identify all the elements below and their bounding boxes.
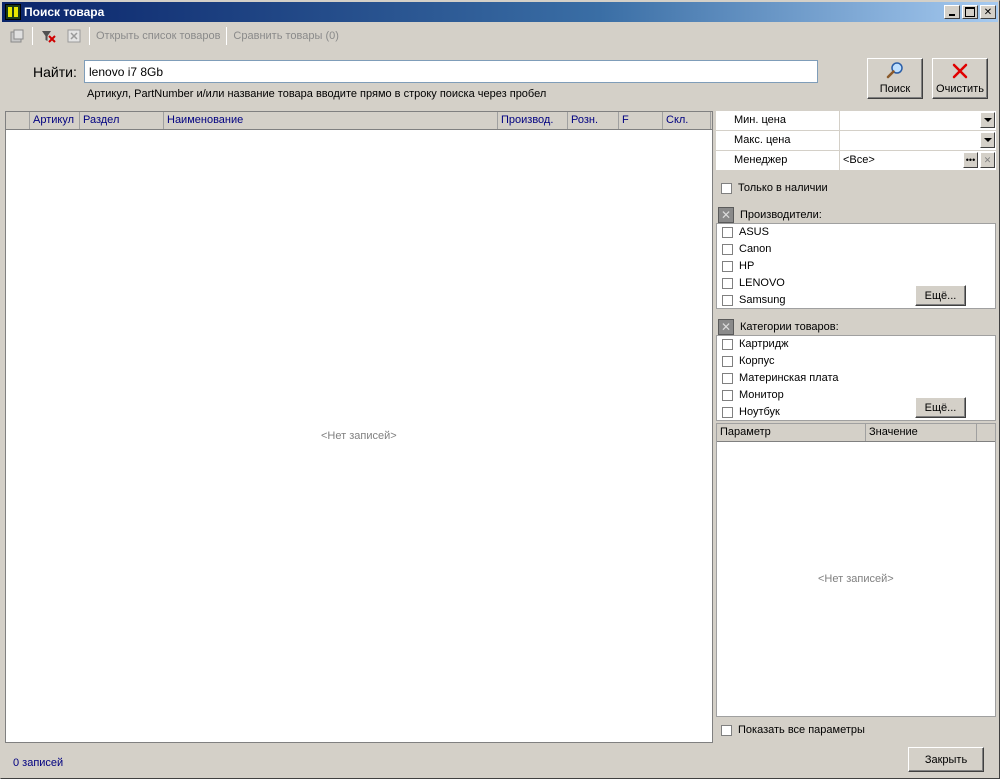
checkbox[interactable]	[722, 372, 733, 384]
parameters-empty-text: <Нет записей>	[818, 573, 894, 585]
parameters-grid-header: Параметр Значение	[717, 424, 995, 442]
checkbox[interactable]	[722, 294, 733, 306]
min-price-field[interactable]	[840, 111, 996, 130]
results-empty-text: <Нет записей>	[321, 430, 397, 442]
checkbox[interactable]	[722, 406, 733, 418]
column-header-article[interactable]: Артикул	[30, 112, 80, 129]
checkbox[interactable]	[722, 355, 733, 367]
search-button[interactable]: Поиск	[867, 58, 923, 99]
show-all-params-checkbox[interactable]	[721, 724, 732, 736]
checkbox[interactable]	[722, 226, 733, 238]
checkbox[interactable]	[722, 338, 733, 350]
compare-button[interactable]: Сравнить товары (0)	[229, 25, 342, 47]
column-header-retail[interactable]: Розн.	[568, 112, 619, 129]
min-price-row: Мин. цена	[716, 111, 996, 131]
more-manufacturers-button[interactable]: Ещё...	[915, 285, 966, 306]
excel-export-tool-button[interactable]	[61, 25, 87, 47]
close-window-button[interactable]: ✕	[980, 5, 996, 19]
in-stock-checkbox-row[interactable]: Только в наличии	[721, 182, 828, 194]
manufacturer-item[interactable]: HP	[722, 260, 754, 272]
max-price-field[interactable]	[840, 131, 996, 150]
categories-label: Категории товаров:	[740, 320, 839, 333]
show-all-params-row[interactable]: Показать все параметры	[721, 724, 865, 736]
manufacturer-item[interactable]: LENOVO	[722, 277, 785, 289]
toolbar-separator	[89, 27, 90, 45]
clear-x-icon[interactable]: ✕	[980, 152, 995, 168]
maximize-button[interactable]	[962, 5, 978, 19]
search-hint: Артикул, PartNumber и/или название товар…	[87, 88, 547, 100]
category-item[interactable]: Ноутбук	[722, 406, 780, 418]
manager-field[interactable]: <Все> ••• ✕	[840, 151, 996, 170]
in-stock-label: Только в наличии	[738, 182, 828, 194]
minimize-button[interactable]	[944, 5, 960, 19]
column-header-section[interactable]: Раздел	[80, 112, 164, 129]
toolbar-separator	[226, 27, 228, 45]
checkbox[interactable]	[722, 277, 733, 289]
find-label: Найти:	[33, 64, 77, 80]
close-button[interactable]: Закрыть	[908, 747, 984, 772]
app-icon	[5, 4, 21, 20]
column-header-value[interactable]: Значение	[866, 424, 977, 441]
checkbox[interactable]	[722, 389, 733, 401]
ellipsis-icon[interactable]: •••	[963, 152, 978, 168]
manager-value: <Все>	[843, 154, 875, 166]
manufacturers-header: ✕ Производители:	[716, 205, 996, 224]
manager-row: Менеджер <Все> ••• ✕	[716, 151, 996, 171]
toolbar: Открыть список товаров Сравнить товары (…	[4, 24, 996, 48]
clear-group-icon[interactable]: ✕	[718, 206, 734, 223]
manufacturer-item[interactable]: Canon	[722, 243, 771, 255]
column-header-manufacturer[interactable]: Производ.	[498, 112, 568, 129]
categories-header: ✕ Категории товаров:	[716, 317, 996, 336]
checkbox[interactable]	[722, 260, 733, 272]
min-price-dropdown-icon[interactable]	[980, 112, 995, 128]
max-price-row: Макс. цена	[716, 131, 996, 151]
results-grid-header: Артикул Раздел Наименование Производ. Ро…	[6, 112, 712, 130]
category-item[interactable]: Картридж	[722, 338, 788, 350]
open-list-button[interactable]: Открыть список товаров	[92, 25, 224, 47]
manager-label: Менеджер	[716, 151, 840, 170]
column-header-stock[interactable]: Скл.	[663, 112, 711, 129]
min-price-label: Мин. цена	[716, 111, 840, 130]
checkbox[interactable]	[722, 243, 733, 255]
column-header-f[interactable]: F	[619, 112, 663, 129]
clear-button-label: Очистить	[936, 83, 984, 95]
column-header-parameter[interactable]: Параметр	[717, 424, 866, 441]
show-all-params-label: Показать все параметры	[738, 724, 865, 736]
manufacturers-label: Производители:	[740, 208, 822, 221]
max-price-label: Макс. цена	[716, 131, 840, 150]
category-item[interactable]: Материнская плата	[722, 372, 839, 384]
parameters-grid[interactable]: Параметр Значение <Нет записей>	[716, 423, 996, 717]
category-item[interactable]: Монитор	[722, 389, 784, 401]
in-stock-checkbox[interactable]	[721, 182, 732, 194]
red-x-icon	[951, 59, 969, 83]
clear-filter-tool-button[interactable]	[35, 25, 61, 47]
more-categories-button[interactable]: Ещё...	[915, 397, 966, 418]
properties-icon	[8, 27, 26, 45]
category-item[interactable]: Корпус	[722, 355, 774, 367]
clear-button[interactable]: Очистить	[932, 58, 988, 99]
search-input[interactable]	[84, 60, 818, 83]
record-count: 0 записей	[13, 757, 64, 769]
title-bar: Поиск товара ✕	[2, 2, 998, 22]
manufacturer-item[interactable]: Samsung	[722, 294, 785, 306]
clear-group-icon[interactable]: ✕	[718, 318, 734, 335]
window-title: Поиск товара	[24, 5, 105, 19]
results-grid[interactable]: Артикул Раздел Наименование Производ. Ро…	[5, 111, 713, 743]
export-icon	[65, 27, 83, 45]
magnifier-icon	[885, 59, 905, 83]
row-indicator-header	[6, 112, 30, 129]
manufacturer-item[interactable]: ASUS	[722, 226, 769, 238]
column-header-name[interactable]: Наименование	[164, 112, 498, 129]
search-button-label: Поиск	[879, 83, 911, 95]
max-price-dropdown-icon[interactable]	[980, 132, 995, 148]
toolbar-separator	[32, 27, 33, 45]
filter-clear-icon	[39, 27, 57, 45]
properties-tool-button[interactable]	[4, 25, 30, 47]
